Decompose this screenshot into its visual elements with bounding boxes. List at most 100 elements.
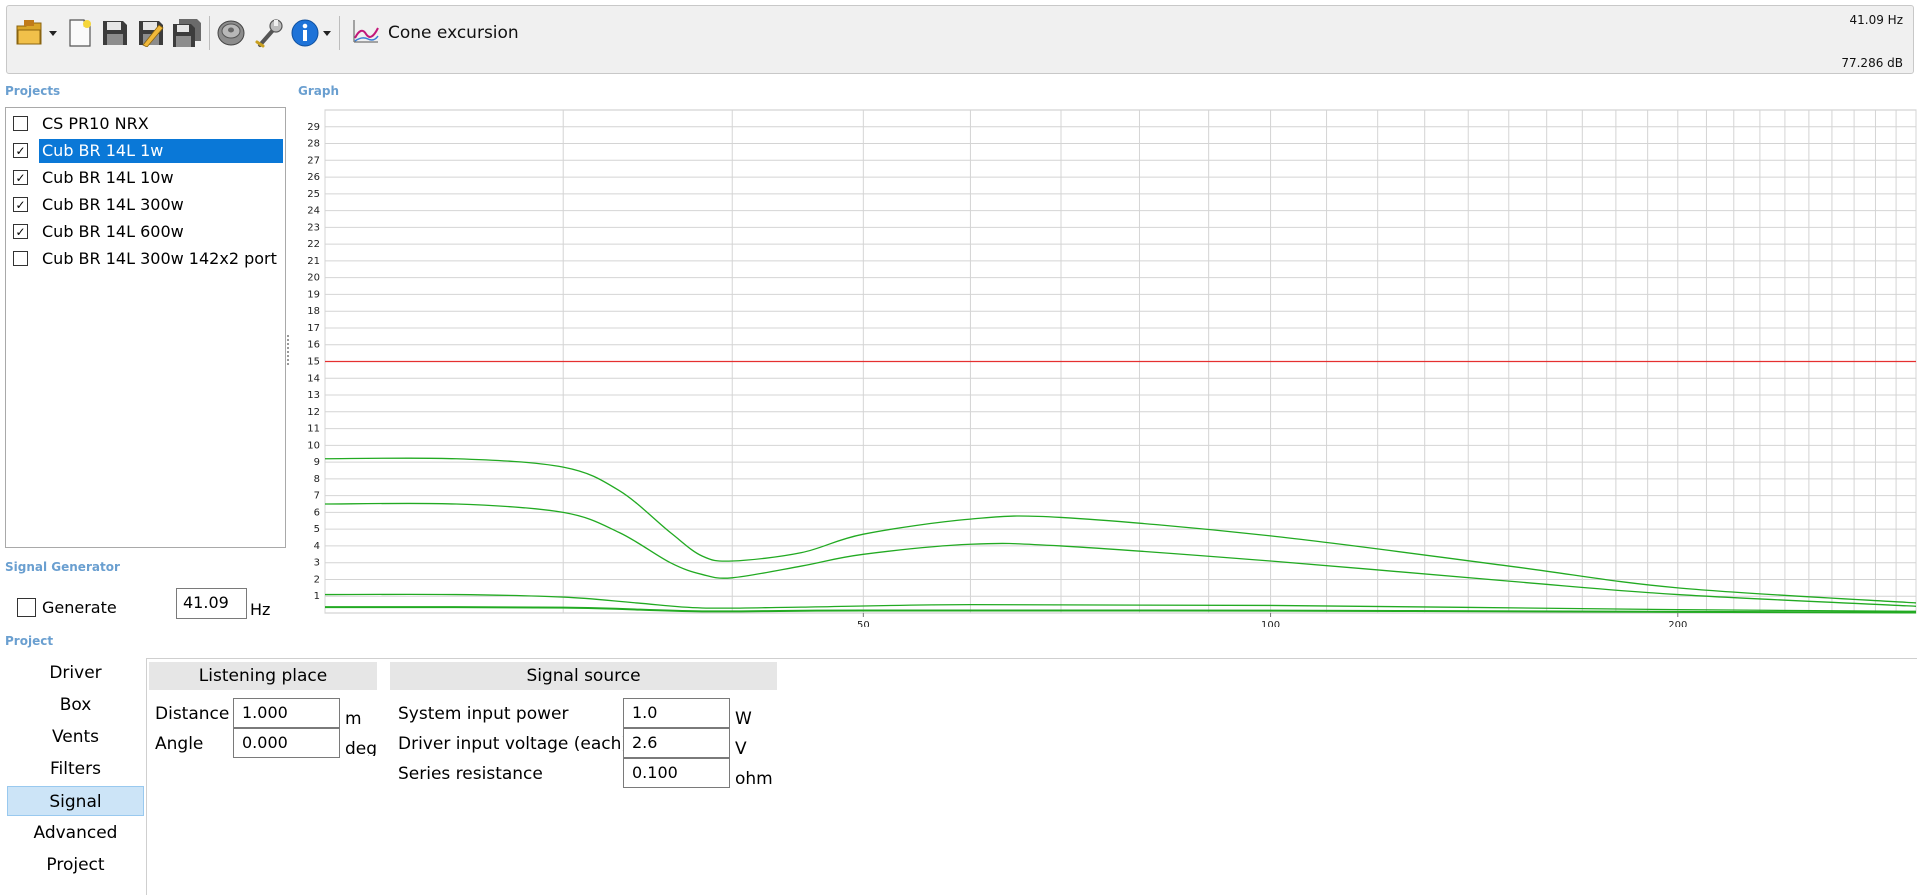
generate-checkbox[interactable] — [17, 598, 36, 617]
y-tick-label: 22 — [307, 239, 320, 250]
save-icon[interactable] — [99, 14, 131, 52]
cone-excursion-icon — [352, 18, 380, 48]
y-tick-label: 27 — [307, 155, 320, 166]
y-tick-label: 20 — [307, 273, 320, 284]
project-item[interactable]: ✓ Cub BR 14L 1w — [6, 137, 285, 164]
y-tick-label: 26 — [307, 172, 320, 183]
y-tick-label: 9 — [314, 457, 320, 468]
driver-input-voltage-unit: V — [735, 739, 747, 759]
y-tick-label: 24 — [307, 206, 320, 217]
project-checkbox[interactable]: ✓ — [13, 170, 28, 185]
driver-icon[interactable] — [215, 14, 247, 52]
tools-icon[interactable] — [253, 14, 285, 52]
nav-item-advanced[interactable]: Advanced — [7, 818, 144, 848]
driver-input-voltage-label: Driver input voltage (each) — [398, 734, 629, 754]
project-item[interactable]: CS PR10 NRX — [6, 110, 285, 137]
y-tick-label: 4 — [314, 541, 320, 552]
y-tick-label: 15 — [307, 357, 320, 368]
distance-input[interactable]: 1.000 — [233, 698, 340, 728]
x-tick-label: 200 — [1668, 620, 1687, 627]
y-tick-label: 14 — [307, 373, 320, 384]
project-checkbox[interactable] — [13, 251, 28, 266]
nav-item-box[interactable]: Box — [7, 690, 144, 720]
graph-mode-selector[interactable]: Cone excursion — [352, 18, 519, 48]
series-resistance-label: Series resistance — [398, 764, 543, 784]
project-checkbox[interactable]: ✓ — [13, 224, 28, 239]
nav-item-driver[interactable]: Driver — [7, 658, 144, 688]
project-item[interactable]: ✓ Cub BR 14L 600w — [6, 218, 285, 245]
y-tick-label: 6 — [314, 507, 320, 518]
system-input-power-unit: W — [735, 709, 752, 729]
y-tick-label: 16 — [307, 340, 320, 351]
project-name: CS PR10 NRX — [42, 114, 149, 133]
nav-item-signal[interactable]: Signal — [7, 786, 144, 816]
signal-generator-section-label: Signal Generator — [5, 560, 120, 574]
series-resistance-input[interactable]: 0.100 — [623, 758, 730, 788]
y-tick-label: 18 — [307, 306, 320, 317]
y-tick-label: 10 — [307, 440, 320, 451]
y-tick-label: 5 — [314, 524, 320, 535]
graph-section-label: Graph — [298, 84, 339, 98]
generate-label: Generate — [42, 598, 117, 617]
save-as-icon[interactable] — [135, 14, 167, 52]
project-name: Cub BR 14L 1w — [39, 139, 283, 163]
angle-label: Angle — [155, 734, 204, 754]
angle-unit: deg — [345, 739, 378, 756]
graph-mode-label: Cone excursion — [388, 23, 519, 43]
driver-input-voltage-input[interactable]: 2.6 — [623, 728, 730, 758]
angle-input[interactable]: 0.000 — [233, 728, 340, 758]
generator-frequency-unit: Hz — [250, 600, 271, 619]
project-checkbox[interactable]: ✓ — [13, 143, 28, 158]
project-checkbox[interactable]: ✓ — [13, 197, 28, 212]
project-name: Cub BR 14L 600w — [42, 222, 184, 241]
x-tick-label: 100 — [1261, 620, 1280, 627]
listening-place-header: Listening place — [149, 662, 377, 690]
y-tick-label: 1 — [314, 591, 320, 602]
chart-svg: 1234567891011121314151617181920212223242… — [307, 109, 1917, 631]
system-input-power-label: System input power — [398, 704, 569, 724]
nav-item-filters[interactable]: Filters — [7, 754, 144, 784]
y-tick-label: 17 — [307, 323, 320, 334]
y-tick-label: 3 — [314, 558, 320, 569]
distance-unit: m — [345, 709, 362, 729]
generator-frequency-input[interactable]: 41.09 — [176, 588, 247, 619]
project-item[interactable]: ✓ Cub BR 14L 10w — [6, 164, 285, 191]
distance-label: Distance — [155, 704, 230, 724]
new-project-icon[interactable] — [64, 14, 96, 52]
y-tick-label: 12 — [307, 407, 320, 418]
frequency-readout: 41.09 Hz — [1849, 13, 1904, 27]
system-input-power-input[interactable]: 1.0 — [623, 698, 730, 728]
project-checkbox[interactable] — [13, 116, 28, 131]
y-tick-label: 8 — [314, 474, 320, 485]
nav-item-vents[interactable]: Vents — [7, 722, 144, 752]
y-tick-label: 23 — [307, 222, 320, 233]
series-resistance-unit: ohm — [735, 769, 773, 789]
y-tick-label: 29 — [307, 122, 320, 133]
y-tick-label: 2 — [314, 574, 320, 585]
y-tick-label: 28 — [307, 139, 320, 150]
project-name: Cub BR 14L 300w — [42, 195, 184, 214]
panel-divider — [146, 658, 147, 895]
nav-item-project[interactable]: Project — [7, 850, 144, 880]
signal-source-header: Signal source — [390, 662, 777, 690]
project-name: Cub BR 14L 300w 142x2 port — [42, 249, 277, 268]
projects-section-label: Projects — [5, 84, 61, 98]
y-tick-label: 13 — [307, 390, 320, 401]
y-tick-label: 21 — [307, 256, 320, 267]
info-icon[interactable] — [289, 14, 335, 52]
project-item[interactable]: Cub BR 14L 300w 142x2 port — [6, 245, 285, 272]
toolbar: Cone excursion 41.09 Hz 77.286 dB — [6, 5, 1914, 74]
x-tick-label: 50 — [857, 620, 870, 627]
y-tick-label: 7 — [314, 491, 320, 502]
y-tick-label: 25 — [307, 189, 320, 200]
save-all-icon[interactable] — [171, 14, 203, 52]
y-tick-label: 11 — [307, 424, 320, 435]
cone-excursion-graph[interactable]: 1 2 3 4 5 6 7 8 9 10 11 12 13 14 15 16 17 18 19 20 21 22 23 24 2… — [290, 107, 1917, 631]
project-item[interactable]: ✓ Cub BR 14L 300w — [6, 191, 285, 218]
toolbar-separator — [209, 16, 210, 50]
project-name: Cub BR 14L 10w — [42, 168, 174, 187]
projects-list: CS PR10 NRX ✓ Cub BR 14L 1w ✓ Cub BR 14L… — [5, 107, 286, 548]
open-project-icon[interactable] — [13, 14, 59, 52]
toolbar-separator — [339, 16, 340, 50]
panel-top-border — [146, 658, 1917, 659]
